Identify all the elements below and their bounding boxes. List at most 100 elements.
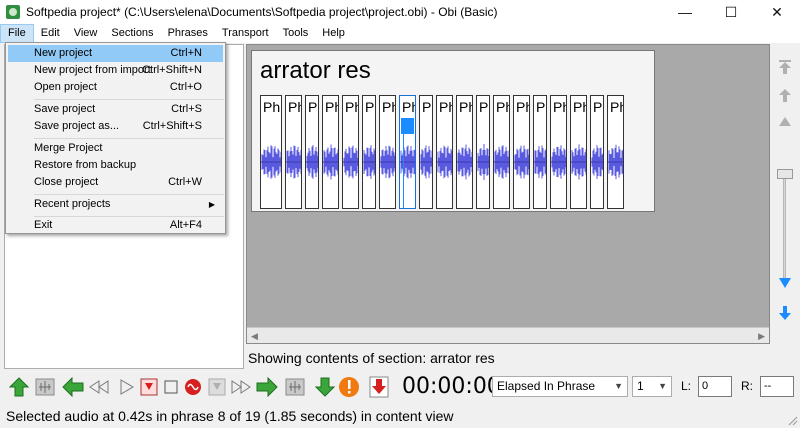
horizontal-scrollbar[interactable]: ◀ ▶ — [247, 327, 769, 343]
section-strip[interactable]: arrator res Ph Ph Ph Ph Ph Ph Ph Ph Ph Ph Ph Ph Ph Ph… — [251, 50, 655, 212]
previous-phrase-button[interactable] — [62, 375, 84, 399]
phrase-detect-icon — [35, 378, 55, 396]
scroll-down-button[interactable] — [773, 272, 797, 294]
menu-item-close-project[interactable]: Close project Ctrl+W — [8, 174, 223, 191]
arrow-up-icon — [779, 89, 791, 102]
phrase-block[interactable]: Ph — [436, 95, 453, 209]
phrase-block[interactable]: Ph — [570, 95, 587, 209]
go-to-top-button[interactable] — [773, 56, 797, 78]
phrase-block[interactable]: Ph — [419, 95, 433, 209]
previous-strip-button[interactable] — [773, 84, 797, 106]
warning-icon — [339, 377, 359, 397]
phrase-block[interactable]: Ph — [305, 95, 319, 209]
menu-separator — [34, 99, 224, 100]
phrase-block[interactable]: Ph — [590, 95, 604, 209]
level-value: 1 — [637, 379, 644, 393]
zoom-slider-thumb[interactable] — [777, 169, 793, 179]
menu-item-merge-project[interactable]: Merge Project — [8, 140, 223, 157]
phrase-block[interactable]: Ph — [476, 95, 490, 209]
phrase-block[interactable]: Ph — [607, 95, 624, 209]
waveform — [261, 145, 281, 179]
menu-item-open-project[interactable]: Open project Ctrl+O — [8, 79, 223, 96]
zoom-slider-track[interactable] — [783, 174, 786, 284]
waveform — [591, 145, 603, 179]
triangle-down-icon — [779, 278, 791, 288]
menu-help[interactable]: Help — [315, 24, 352, 43]
phrase-block[interactable]: Ph — [550, 95, 567, 209]
monitor-button[interactable] — [206, 375, 228, 399]
right-level-field[interactable]: -- — [760, 376, 794, 397]
phrase-block[interactable]: Ph — [260, 95, 282, 209]
next-section-button[interactable] — [314, 375, 336, 399]
section-strip-title[interactable]: arrator res — [260, 57, 371, 85]
phrase-detection-button[interactable] — [34, 375, 56, 399]
phrase-label: Ph — [610, 99, 623, 115]
phrase-label: Ph — [422, 99, 432, 115]
play-button[interactable] — [116, 375, 138, 399]
triangle-up-icon — [779, 117, 791, 126]
phrase-block[interactable]: Ph — [533, 95, 547, 209]
menu-item-save-project[interactable]: Save project Ctrl+S — [8, 101, 223, 118]
next-strip-button[interactable] — [773, 302, 797, 324]
resize-grip-icon[interactable] — [788, 416, 798, 426]
menu-item-exit[interactable]: Exit Alt+F4 — [8, 217, 223, 234]
fast-forward-button[interactable] — [230, 375, 252, 399]
previous-section-button[interactable] — [8, 375, 30, 399]
phrase-label: Ph — [402, 99, 415, 115]
phrase-label: Ph — [459, 99, 472, 115]
menu-item-restore-from-backup[interactable]: Restore from backup — [8, 157, 223, 174]
phrase-block[interactable]: Ph — [399, 95, 416, 209]
content-view[interactable]: arrator res Ph Ph Ph Ph Ph Ph Ph Ph Ph Ph Ph Ph Ph Ph… — [246, 44, 770, 344]
waveform — [551, 145, 566, 179]
scroll-right-icon[interactable]: ▶ — [758, 331, 765, 342]
maximize-button[interactable]: ☐ — [708, 0, 754, 24]
record-icon — [185, 379, 201, 395]
phrase-block[interactable]: Ph — [342, 95, 359, 209]
phrase-block[interactable]: Ph — [285, 95, 302, 209]
pause-button[interactable] — [138, 375, 160, 399]
stop-button[interactable] — [160, 375, 182, 399]
scroll-left-icon[interactable]: ◀ — [251, 331, 258, 342]
scroll-up-button[interactable] — [773, 110, 797, 132]
menu-view[interactable]: View — [67, 24, 105, 43]
menu-edit[interactable]: Edit — [34, 24, 67, 43]
menu-item-save-project-as[interactable]: Save project as... Ctrl+Shift+S — [8, 118, 223, 135]
menu-sections[interactable]: Sections — [104, 24, 160, 43]
time-display: 00:00:00 — [402, 374, 501, 399]
menu-item-new-project-from-import[interactable]: New project from import Ctrl+Shift+N — [8, 62, 223, 79]
waveform — [571, 144, 586, 180]
menu-item-new-project[interactable]: New project Ctrl+N — [8, 45, 223, 62]
phrase-block[interactable]: Ph — [379, 95, 396, 209]
record-button[interactable] — [182, 375, 204, 399]
phrase-block[interactable]: Ph — [322, 95, 339, 209]
menu-tools[interactable]: Tools — [276, 24, 316, 43]
menu-file[interactable]: File — [0, 24, 34, 43]
left-level-field[interactable]: 0 — [698, 376, 732, 397]
level-select[interactable]: 1 ▼ — [632, 376, 672, 397]
phrase-label: Ph — [325, 99, 338, 115]
phrase-block[interactable]: Ph — [513, 95, 530, 209]
red-down-arrow-icon — [369, 376, 389, 398]
audio-selection[interactable] — [401, 118, 414, 134]
minimize-button[interactable]: — — [662, 0, 708, 24]
rewind-button[interactable] — [88, 375, 110, 399]
menu-transport[interactable]: Transport — [215, 24, 276, 43]
phrase-block[interactable]: Ph — [493, 95, 510, 209]
menu-item-recent-projects[interactable]: Recent projects ▶ — [8, 196, 223, 213]
menu-separator — [34, 138, 224, 139]
section-contents-label: Showing contents of section: arrator res — [248, 350, 495, 366]
left-channel-label: L: — [681, 379, 692, 393]
next-page-button[interactable] — [284, 375, 306, 399]
mark-todo-button[interactable] — [338, 375, 360, 399]
next-todo-button[interactable] — [368, 375, 390, 399]
phrase-block[interactable]: Ph — [362, 95, 376, 209]
close-button[interactable]: ✕ — [754, 0, 800, 24]
waveform — [380, 145, 395, 179]
chevron-down-icon: ▼ — [614, 381, 623, 391]
time-display-mode-select[interactable]: Elapsed In Phrase ▼ — [492, 376, 628, 397]
time-display-mode-value: Elapsed In Phrase — [497, 379, 596, 393]
phrase-block[interactable]: Ph — [456, 95, 473, 209]
waveform — [420, 145, 432, 179]
menu-phrases[interactable]: Phrases — [161, 24, 215, 43]
next-phrase-button[interactable] — [256, 375, 278, 399]
